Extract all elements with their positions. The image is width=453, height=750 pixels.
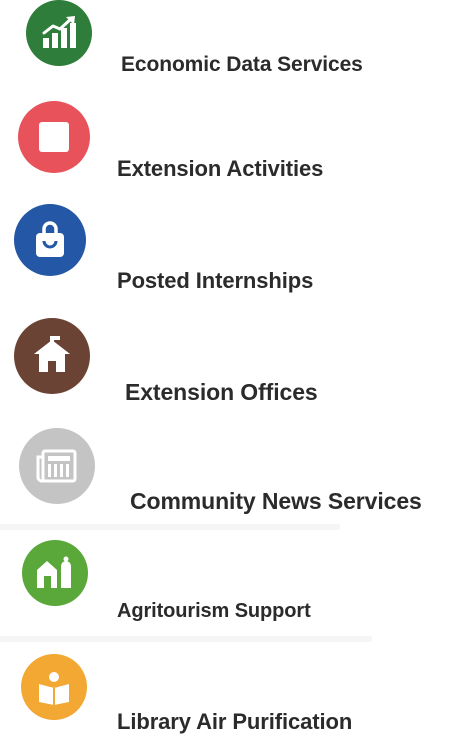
service-label: Extension Offices bbox=[125, 379, 318, 405]
service-label: Economic Data Services bbox=[121, 53, 363, 76]
service-label: Community News Services bbox=[130, 488, 422, 514]
divider bbox=[0, 636, 372, 642]
divider bbox=[0, 524, 340, 530]
service-label: Posted Internships bbox=[117, 268, 314, 293]
newspaper-icon bbox=[19, 428, 95, 504]
shopping-bag-icon bbox=[14, 204, 86, 276]
service-item-agritourism[interactable]: Agritourism Support bbox=[0, 540, 453, 640]
service-label: Agritourism Support bbox=[117, 600, 311, 622]
service-label: Library Air Purification bbox=[117, 709, 353, 734]
service-item-extension-offices[interactable]: Extension Offices bbox=[0, 314, 453, 414]
chart-growth-icon bbox=[26, 0, 92, 66]
square-icon bbox=[18, 101, 90, 173]
service-label: Extension Activities bbox=[117, 156, 324, 181]
open-book-reader-icon bbox=[21, 654, 87, 720]
barn-silo-icon bbox=[22, 540, 88, 606]
schoolhouse-icon bbox=[14, 318, 90, 394]
service-item-extension-activities[interactable]: Extension Activities bbox=[0, 100, 453, 200]
service-item-economic-data[interactable]: Economic Data Services bbox=[0, 0, 453, 100]
service-item-library-air-purification[interactable]: Library Air Purification bbox=[0, 650, 453, 750]
service-item-community-news[interactable]: Community News Services bbox=[0, 428, 453, 528]
service-item-posted-internships[interactable]: Posted Internships bbox=[0, 204, 453, 304]
